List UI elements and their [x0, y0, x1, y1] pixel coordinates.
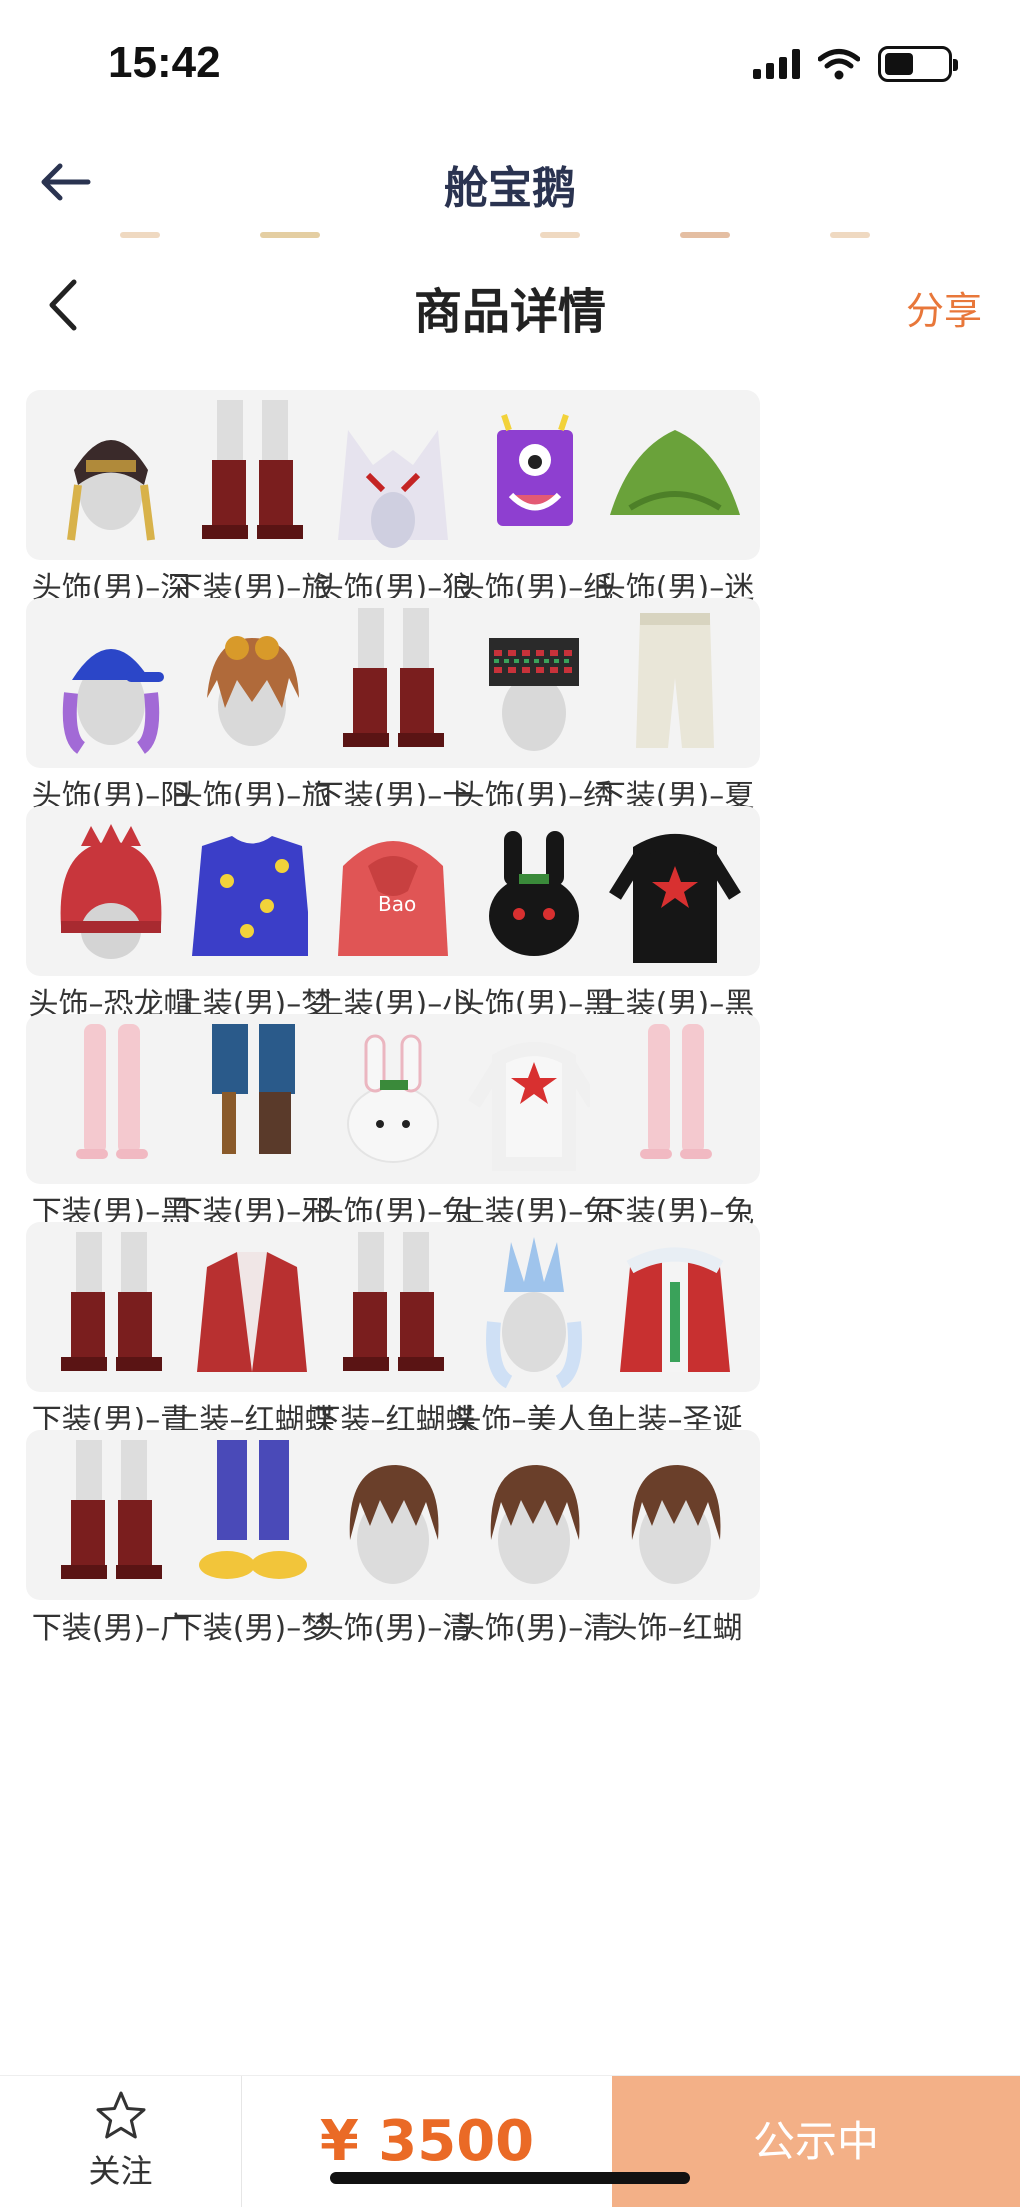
app-title: 舱宝鹅 — [444, 163, 576, 214]
detail-header: 商品详情 分享 — [0, 250, 1020, 360]
home-indicator — [330, 2172, 690, 2184]
status-bar: 15:42 — [0, 0, 1020, 130]
camo-bush-icon — [590, 390, 760, 560]
follow-label: 关注 — [88, 2152, 153, 2190]
peek-strip — [0, 232, 1020, 240]
item-label: 头饰–红蝴 — [607, 1611, 743, 1646]
status-icons — [753, 44, 958, 84]
christmas-coat-icon — [590, 1222, 760, 1392]
wifi-icon — [818, 49, 860, 80]
status-time: 15:42 — [108, 38, 221, 87]
price-label: ¥ 3500 — [319, 2109, 535, 2174]
battery-icon — [878, 46, 958, 82]
star-icon — [96, 2091, 146, 2139]
pants-icon — [590, 598, 760, 768]
page-title: 商品详情 — [413, 284, 606, 340]
item-card[interactable]: 头饰–红蝴 — [590, 1430, 762, 1698]
follow-button[interactable]: 关注 — [0, 2076, 242, 2207]
publicity-status-button[interactable]: 公示中 — [612, 2076, 1020, 2207]
black-suit-icon — [590, 806, 760, 976]
hair-head-icon — [590, 1430, 760, 1600]
legs-icon — [590, 1014, 760, 1184]
signal-icon — [753, 49, 800, 79]
app-header: 舱宝鹅 — [0, 130, 1020, 240]
bottom-bar: 关注 ¥ 3500 公示中 — [0, 2075, 1020, 2207]
share-button[interactable]: 分享 — [906, 280, 982, 335]
svg-text:Bao: Bao — [378, 892, 416, 916]
